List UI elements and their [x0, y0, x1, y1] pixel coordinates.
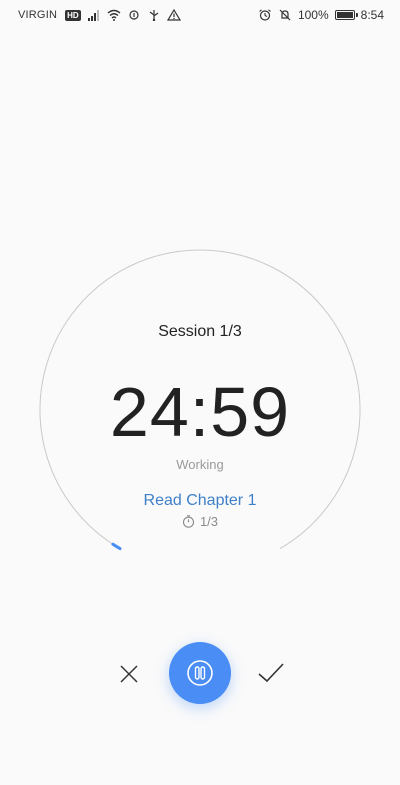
- battery-percent: 100%: [297, 8, 329, 22]
- pause-button[interactable]: [169, 642, 231, 704]
- hd-badge: HD: [65, 9, 81, 21]
- carrier-name: VIRGIN: [18, 9, 58, 21]
- pomodoro-screen: VIRGIN HD 100% 8:54 Session 1/3 24:59 Wo…: [0, 0, 400, 785]
- task-name[interactable]: Read Chapter 1: [0, 492, 400, 510]
- wifi-icon: [107, 9, 121, 21]
- countdown-time: 24:59: [109, 373, 291, 451]
- task-progress-count: 1/3: [199, 514, 219, 529]
- signal-icon: [87, 10, 99, 21]
- stopwatch-icon: [182, 515, 195, 528]
- status-right: 100% 8:54: [258, 8, 400, 22]
- done-button[interactable]: [254, 656, 288, 690]
- timer-state: Working: [176, 457, 224, 472]
- status-bar: VIRGIN HD 100% 8:54: [0, 0, 400, 30]
- checkmark-icon: [258, 663, 284, 683]
- clock-time: 8:54: [360, 8, 384, 22]
- data-saver-icon: [129, 10, 139, 20]
- cancel-button[interactable]: [113, 658, 145, 690]
- ring-progress: [111, 542, 122, 551]
- task-progress: 1/3: [0, 514, 400, 529]
- pause-icon: [187, 660, 213, 686]
- alarm-icon: [259, 9, 271, 21]
- battery-icon: [334, 10, 358, 20]
- status-left: VIRGIN HD: [0, 9, 181, 21]
- close-icon: [120, 665, 138, 683]
- usb-icon: [149, 10, 159, 21]
- warning-icon: [166, 9, 181, 21]
- session-label: Session 1/3: [158, 323, 242, 340]
- silent-icon: [279, 9, 291, 21]
